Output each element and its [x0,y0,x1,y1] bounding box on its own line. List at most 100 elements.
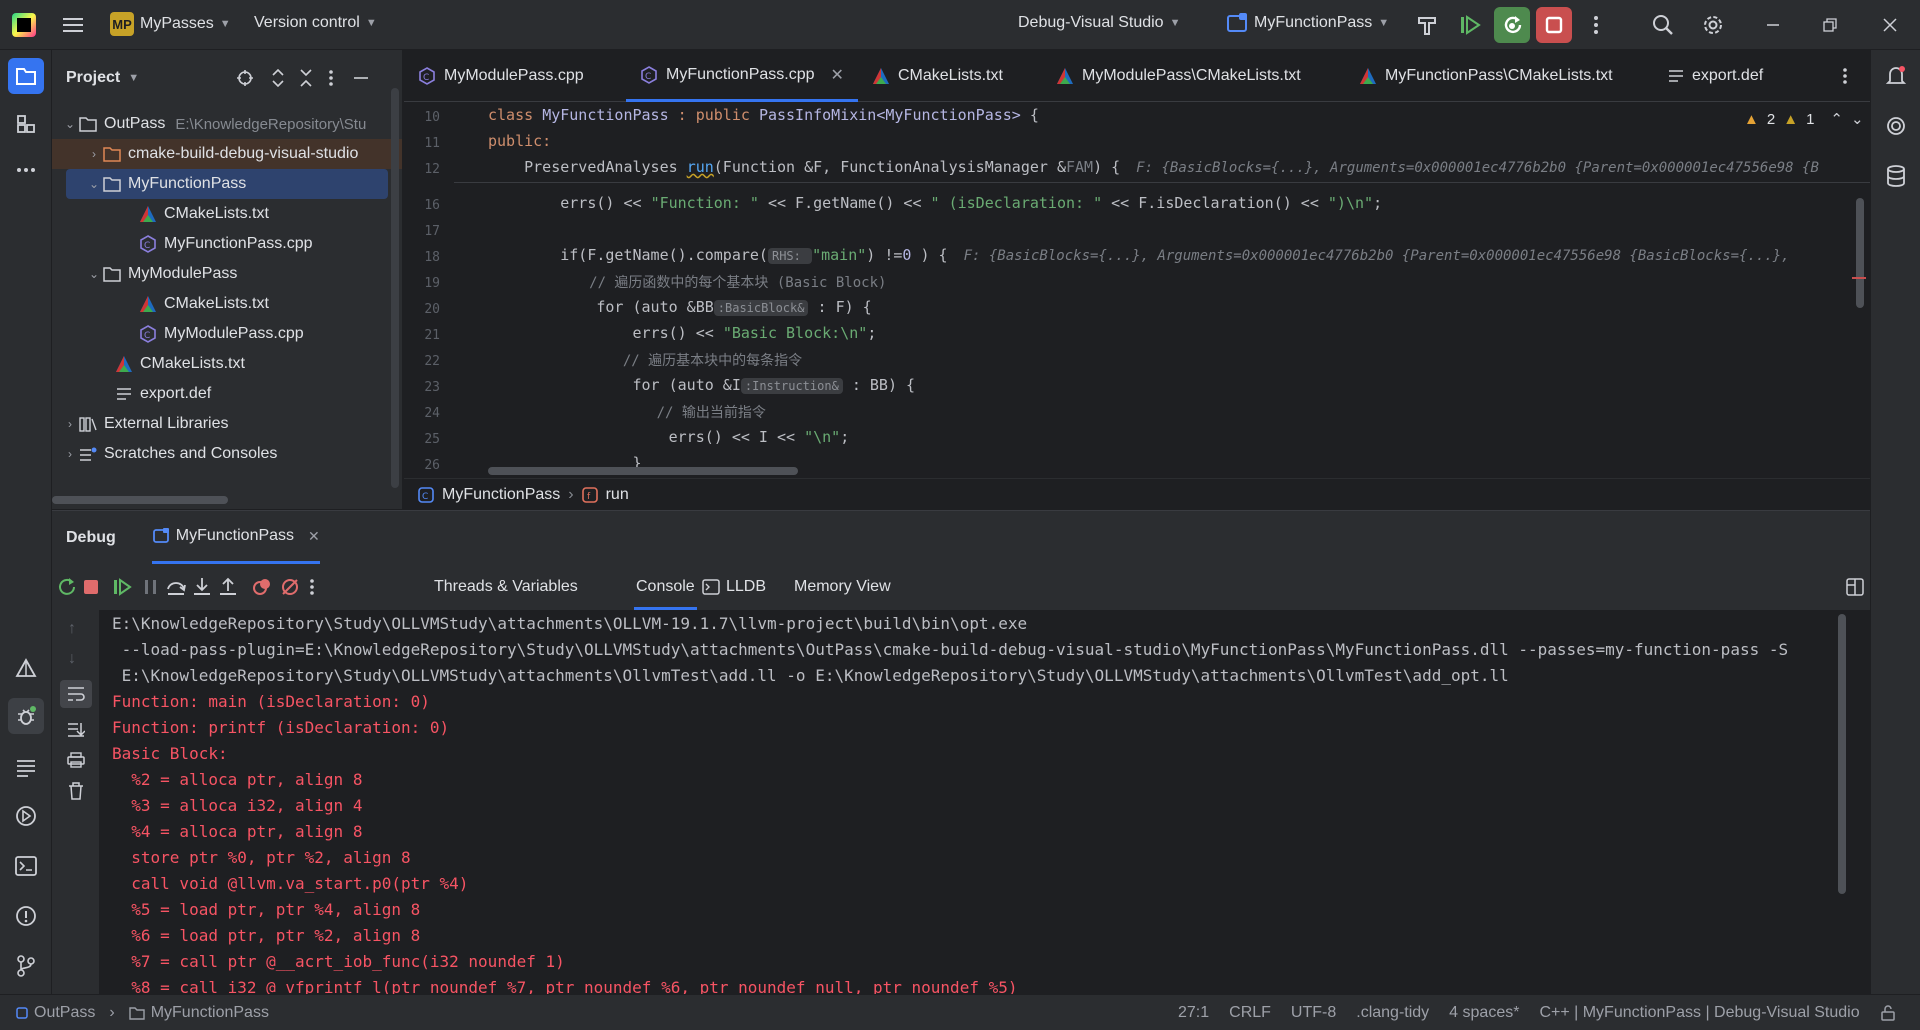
tree-item-myfunctionpass[interactable]: ⌄ MyFunctionPass [66,169,388,199]
tab-export-def[interactable]: export.def [1668,50,1763,102]
chevron-right-icon[interactable]: › [86,147,102,161]
project-tool-icon[interactable] [8,58,44,94]
step-out-icon[interactable] [218,577,238,597]
more-tools-icon[interactable] [8,152,44,188]
structure-tool-icon[interactable] [8,106,44,142]
close-session-icon[interactable]: ✕ [308,528,320,545]
tab-myfunctionpass-cpp[interactable]: C MyFunctionPass.cpp ✕ [626,50,858,102]
search-icon[interactable] [1645,7,1681,43]
console-output[interactable]: E:\KnowledgeRepository\Study\OLLVMStudy\… [100,610,1870,995]
scroll-up-icon[interactable]: ↑ [68,620,76,638]
next-highlight-icon[interactable]: ⌄ [1851,110,1864,128]
tree-item-scratches[interactable]: › Scratches and Consoles [62,439,402,469]
inspection-widget[interactable]: ▲ 2 ▲ 1 ⌃ ⌄ [1744,110,1864,129]
rerun-icon[interactable] [57,577,77,597]
tab-options-icon[interactable] [1842,67,1848,85]
chevron-right-icon[interactable]: › [62,417,78,431]
file-encoding[interactable]: UTF-8 [1291,1004,1336,1022]
project-horizontal-scrollbar[interactable] [52,496,228,504]
chevron-right-icon[interactable]: › [62,447,78,461]
chevron-down-icon[interactable]: ⌄ [86,267,102,281]
line-separator[interactable]: CRLF [1229,1004,1271,1022]
chevron-down-icon[interactable]: ⌄ [86,177,102,191]
build-icon[interactable] [1409,7,1445,43]
collapse-all-icon[interactable] [299,69,313,87]
cmake-tool-icon[interactable] [8,650,44,686]
indent-setting[interactable]: 4 spaces* [1449,1004,1519,1022]
resume-run-icon[interactable] [1452,7,1488,43]
soft-wrap-icon[interactable] [60,680,92,708]
breadcrumb-class[interactable]: MyFunctionPass [442,486,560,504]
caret-position[interactable]: 27:1 [1178,1004,1209,1022]
editor-vertical-scrollbar[interactable] [1856,198,1864,308]
more-debug-actions-icon[interactable] [309,578,315,596]
step-over-icon[interactable] [166,577,186,597]
project-panel-title[interactable]: Project [66,69,120,87]
editor-horizontal-scrollbar[interactable] [488,467,798,475]
tree-item-external-libraries[interactable]: › External Libraries [62,409,402,439]
notifications-icon[interactable] [1878,58,1914,94]
clang-tidy-status[interactable]: .clang-tidy [1356,1004,1429,1022]
tree-item-outpass[interactable]: ⌄ OutPass E:\KnowledgeRepository\Stu [62,109,402,139]
tab-cmakelists[interactable]: CMakeLists.txt [872,50,1003,102]
hide-panel-icon[interactable] [353,69,369,87]
previous-highlight-icon[interactable]: ⌃ [1830,110,1843,128]
breadcrumb-method[interactable]: run [606,486,629,504]
services-tool-icon[interactable] [8,798,44,834]
code-editor[interactable]: class MyFunctionPass : public PassInfoMi… [454,102,1870,478]
app-logo-icon[interactable] [12,13,36,37]
tab-memory-view[interactable]: Memory View [794,578,891,596]
ai-assistant-icon[interactable] [1878,108,1914,144]
project-selector[interactable]: MP MyPasses ▼ [110,12,231,36]
resume-icon[interactable] [112,577,132,597]
stop-icon[interactable] [82,578,100,596]
build-config-selector[interactable]: Debug-Visual Studio ▼ [1018,14,1180,32]
status-breadcrumb-root[interactable]: OutPass [34,1004,95,1022]
chevron-down-icon[interactable]: ⌄ [62,117,78,131]
clear-all-icon[interactable] [68,782,84,800]
rerun-debug-icon[interactable] [1494,7,1530,43]
more-actions-icon[interactable] [1578,7,1614,43]
close-tab-icon[interactable]: ✕ [831,65,844,85]
database-icon[interactable] [1878,158,1914,194]
read-only-lock-icon[interactable] [1880,1004,1896,1021]
scroll-to-end-icon[interactable] [67,722,85,738]
tree-item-cmake-build[interactable]: › cmake-build-debug-visual-studio [52,139,402,169]
tree-item-mymodulepass[interactable]: ⌄ MyModulePass [86,259,426,289]
debug-tool-icon[interactable] [8,698,44,734]
expand-all-icon[interactable] [271,69,285,87]
main-menu-icon[interactable] [55,7,91,43]
resolve-context[interactable]: C++ | MyFunctionPass | Debug-Visual Stud… [1539,1004,1859,1022]
problems-tool-icon[interactable] [8,898,44,934]
tree-item-cmakelists[interactable]: CMakeLists.txt [114,349,454,379]
minimize-icon[interactable] [1755,7,1791,43]
panel-options-icon[interactable] [328,69,334,87]
tab-console[interactable]: Console [634,564,697,610]
tab-mymodulepass-cpp[interactable]: C MyModulePass.cpp [418,50,584,102]
terminal-tool-icon[interactable] [8,848,44,884]
layout-settings-icon[interactable] [1846,578,1864,596]
console-vertical-scrollbar[interactable] [1838,614,1846,894]
status-breadcrumb[interactable]: OutPass › MyFunctionPass [16,1004,269,1022]
locate-file-icon[interactable] [236,69,254,87]
status-breadcrumb-child[interactable]: MyFunctionPass [151,1004,269,1022]
tab-myfunctionpass-cmakelists[interactable]: MyFunctionPass\CMakeLists.txt [1359,50,1613,102]
tab-mymodulepass-cmakelists[interactable]: MyModulePass\CMakeLists.txt [1056,50,1301,102]
stop-icon[interactable] [1536,7,1572,43]
debug-session-tab[interactable]: MyFunctionPass ✕ [151,511,320,564]
scroll-down-icon[interactable]: ↓ [68,650,76,668]
run-config-selector[interactable]: MyFunctionPass ▼ [1226,12,1389,34]
restore-icon[interactable] [1812,7,1848,43]
version-control-menu[interactable]: Version control ▼ [254,14,377,32]
tree-item-export-def[interactable]: export.def [114,379,454,409]
view-breakpoints-icon[interactable] [252,577,272,597]
mute-breakpoints-icon[interactable] [280,577,300,597]
close-window-icon[interactable] [1872,7,1908,43]
pause-icon[interactable] [142,578,160,596]
tab-lldb[interactable]: LLDB [702,578,766,596]
messages-tool-icon[interactable] [8,750,44,786]
chevron-down-icon[interactable]: ▼ [128,72,139,84]
settings-gear-icon[interactable] [1695,7,1731,43]
project-vertical-scrollbar[interactable] [391,88,399,488]
tab-threads-variables[interactable]: Threads & Variables [434,578,578,596]
